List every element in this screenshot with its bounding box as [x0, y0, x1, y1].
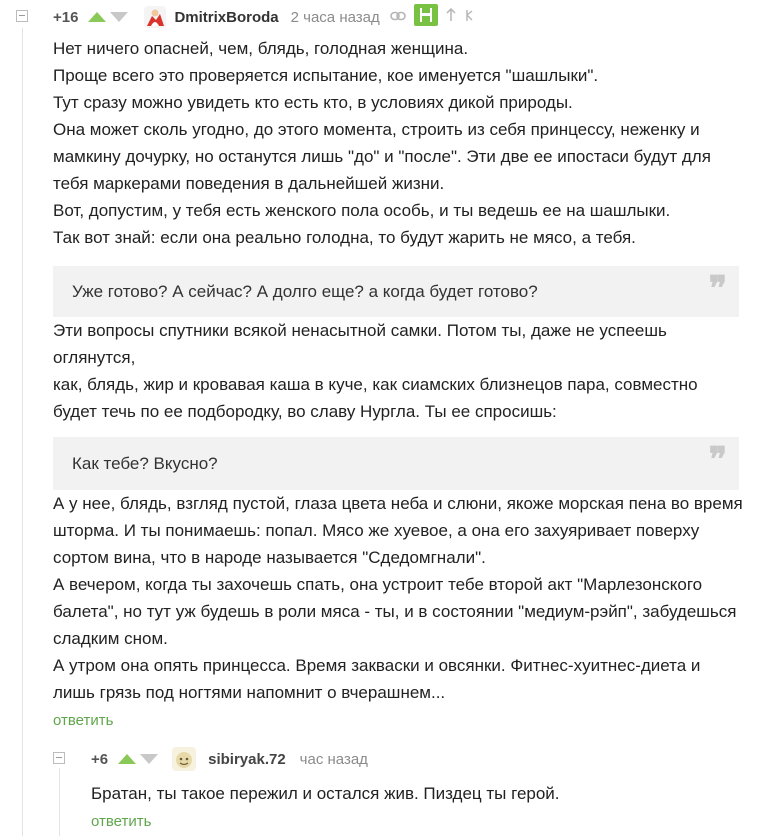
parent-arrow-icon[interactable] [464, 8, 474, 27]
thread-line-root [22, 28, 23, 836]
comment-paragraph: Эти вопросы спутники всякой ненасытной с… [53, 321, 667, 367]
comment-header: +16 DmitrixBoroda 2 часа назад [53, 3, 474, 31]
comment-paragraph: А у нее, блядь, взгляд пустой, глаза цве… [53, 494, 743, 567]
quote-mark-icon: ❞ [708, 440, 727, 480]
comment-paragraph: Вот, допустим, у тебя есть женского пола… [53, 201, 671, 220]
link-icon[interactable] [389, 8, 406, 26]
comment-username[interactable]: DmitrixBoroda [174, 9, 278, 26]
save-icon[interactable] [413, 3, 438, 31]
comment-paragraph: А вечером, когда ты захочешь спать, она … [53, 575, 737, 648]
thread-line-reply [59, 768, 60, 836]
comment-paragraph: Нет ничего опасней, чем, блядь, голодная… [53, 39, 469, 58]
reply-username[interactable]: sibiryak.72 [208, 751, 286, 768]
avatar-image [144, 6, 167, 28]
reply-link[interactable]: ответить [91, 813, 151, 830]
collapse-icon[interactable] [16, 10, 28, 22]
comment-paragraph: как, блядь, жир и кровавая каша в куче, … [53, 375, 698, 421]
reply-paragraph: Братан, ты такое пережил и остался жив. … [91, 784, 560, 803]
avatar[interactable] [172, 747, 197, 771]
collapse-icon[interactable] [53, 752, 65, 764]
avatar-image [172, 747, 197, 771]
reply-body: Братан, ты такое пережил и остался жив. … [91, 780, 751, 807]
downvote-icon[interactable] [140, 754, 159, 764]
reply-link[interactable]: ответить [53, 712, 113, 729]
arrow-up-icon[interactable] [446, 7, 456, 27]
comment-rating: +16 [53, 8, 79, 26]
comment-paragraph: Так вот знай: если она реально голодна, … [53, 228, 636, 247]
comment-paragraph: Тут сразу можно увидеть кто есть кто, в … [53, 93, 573, 112]
comment-paragraph: Проще всего это проверяется испытание, к… [53, 66, 599, 85]
quote-block-2: Как тебе? Вкусно? ❞ [53, 437, 739, 490]
quote-block-1: Уже готово? А сейчас? А долго еще? а ког… [53, 266, 739, 317]
downvote-icon[interactable] [110, 12, 129, 22]
reply-header: +6 sibiryak.72 час назад [91, 747, 368, 771]
upvote-icon[interactable] [118, 754, 137, 764]
reply-time[interactable]: час назад [300, 751, 368, 768]
quote-mark-icon: ❞ [708, 269, 727, 309]
comment-body-2: Эти вопросы спутники всякой ненасытной с… [53, 317, 743, 425]
comment-body-3: А у нее, блядь, взгляд пустой, глаза цве… [53, 490, 743, 706]
upvote-icon[interactable] [88, 12, 107, 22]
comment-paragraph: А утром она опять принцесса. Время заква… [53, 656, 701, 702]
comment-body-1: Нет ничего опасней, чем, блядь, голодная… [53, 35, 743, 251]
comment-time[interactable]: 2 часа назад [291, 9, 380, 26]
avatar[interactable] [144, 6, 167, 28]
quote-text: Как тебе? Вкусно? [72, 454, 218, 473]
reply-rating: +6 [91, 750, 109, 768]
comment-paragraph: Она может сколь угодно, до этого момента… [53, 120, 711, 193]
quote-text: Уже готово? А сейчас? А долго еще? а ког… [72, 282, 538, 301]
